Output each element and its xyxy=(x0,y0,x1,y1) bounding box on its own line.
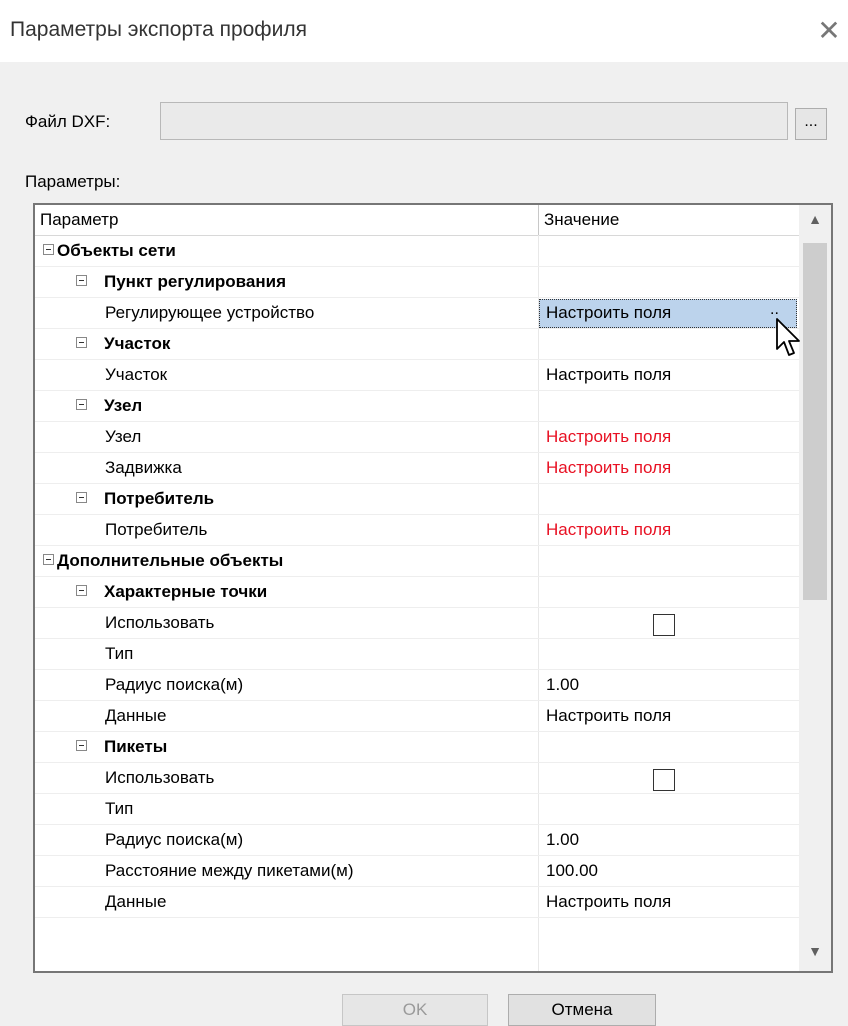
property-row[interactable]: Тип xyxy=(35,639,799,670)
row-label: Данные xyxy=(105,706,167,725)
row-label: Потребитель xyxy=(104,489,215,508)
row-label: Тип xyxy=(105,799,134,818)
browse-button[interactable]: ... xyxy=(795,108,827,140)
row-label: Узел xyxy=(105,427,142,446)
close-icon[interactable]: ✕ xyxy=(812,14,846,48)
params-label: Параметры: xyxy=(25,172,121,191)
row-label: Данные xyxy=(105,892,167,911)
group-row[interactable]: Узел xyxy=(35,391,799,422)
column-header-value[interactable]: Значение xyxy=(544,210,619,230)
collapse-toggle-icon[interactable] xyxy=(43,554,54,565)
row-value[interactable]: Настроить поля xyxy=(546,706,671,726)
checkbox[interactable] xyxy=(653,769,675,791)
collapse-toggle-icon[interactable] xyxy=(76,740,87,751)
property-row[interactable]: Использовать xyxy=(35,608,799,639)
collapse-toggle-icon[interactable] xyxy=(76,492,87,503)
row-value[interactable]: 1.00 xyxy=(546,830,579,850)
row-label: Использовать xyxy=(105,768,215,787)
row-label: Радиус поиска(м) xyxy=(105,830,244,849)
property-row[interactable]: Узел Настроить поля xyxy=(35,422,799,453)
group-row[interactable]: Характерные точки xyxy=(35,577,799,608)
property-row[interactable]: Тип xyxy=(35,794,799,825)
scroll-up-icon[interactable]: ▲ xyxy=(799,211,831,235)
vertical-scrollbar[interactable]: ▲ ▼ xyxy=(799,205,831,971)
row-label: Пикеты xyxy=(104,737,168,756)
group-row[interactable]: Пункт регулирования xyxy=(35,267,799,298)
cancel-button[interactable]: Отмена xyxy=(508,994,656,1026)
row-label: Дополнительные объекты xyxy=(57,551,284,570)
group-row[interactable]: Дополнительные объекты xyxy=(35,546,799,577)
title-bar: Параметры экспорта профиля ✕ xyxy=(0,0,848,62)
collapse-toggle-icon[interactable] xyxy=(76,275,87,286)
row-label: Потребитель xyxy=(105,520,208,539)
collapse-toggle-icon[interactable] xyxy=(76,585,87,596)
dxf-file-field[interactable] xyxy=(160,102,788,140)
row-value[interactable]: Настроить поля xyxy=(546,303,671,323)
property-row[interactable]: Расстояние между пикетами(м) 100.00 xyxy=(35,856,799,887)
row-label: Участок xyxy=(104,334,171,353)
group-row[interactable]: Участок xyxy=(35,329,799,360)
row-value[interactable]: Настроить поля xyxy=(546,458,671,478)
property-row[interactable]: Радиус поиска(м) 1.00 xyxy=(35,825,799,856)
column-header-parameter[interactable]: Параметр xyxy=(40,210,118,230)
property-row[interactable]: Данные Настроить поля xyxy=(35,701,799,732)
group-row[interactable]: Потребитель xyxy=(35,484,799,515)
row-label: Использовать xyxy=(105,613,215,632)
collapse-toggle-icon[interactable] xyxy=(43,244,54,255)
scroll-thumb[interactable] xyxy=(803,243,827,600)
row-value[interactable]: Настроить поля xyxy=(546,427,671,447)
group-row[interactable]: Пикеты xyxy=(35,732,799,763)
column-separator[interactable] xyxy=(538,205,539,235)
row-label: Участок xyxy=(105,365,168,384)
row-label: Радиус поиска(м) xyxy=(105,675,244,694)
collapse-toggle-icon[interactable] xyxy=(76,399,87,410)
property-row[interactable]: Радиус поиска(м) 1.00 xyxy=(35,670,799,701)
property-row[interactable]: Регулирующее устройство.. Настроить поля xyxy=(35,298,799,329)
grid-header: Параметр Значение xyxy=(35,205,799,236)
row-label: Объекты сети xyxy=(57,241,176,260)
row-label: Узел xyxy=(104,396,143,415)
ok-button[interactable]: OK xyxy=(342,994,488,1026)
row-label: Задвижка xyxy=(105,458,182,477)
property-row[interactable]: Использовать xyxy=(35,763,799,794)
row-label: Пункт регулирования xyxy=(104,272,286,291)
mouse-cursor-icon xyxy=(776,318,800,356)
group-row[interactable]: Объекты сети xyxy=(35,236,799,267)
row-value[interactable]: 1.00 xyxy=(546,675,579,695)
row-value[interactable]: Настроить поля xyxy=(546,892,671,912)
file-label: Файл DXF: xyxy=(25,112,111,131)
property-row[interactable]: Данные Настроить поля xyxy=(35,887,799,918)
property-row[interactable]: Участок Настроить поля xyxy=(35,360,799,391)
row-label: Регулирующее устройство xyxy=(105,303,315,322)
collapse-toggle-icon[interactable] xyxy=(76,337,87,348)
row-label: Тип xyxy=(105,644,134,663)
row-value[interactable]: 100.00 xyxy=(546,861,598,881)
property-grid[interactable]: Параметр Значение Объекты сети Пункт регу… xyxy=(33,203,833,973)
checkbox[interactable] xyxy=(653,614,675,636)
row-value[interactable]: Настроить поля xyxy=(546,520,671,540)
row-label: Характерные точки xyxy=(104,582,268,601)
window-title: Параметры экспорта профиля xyxy=(10,18,307,41)
row-label: Расстояние между пикетами(м) xyxy=(105,861,354,880)
row-value[interactable]: Настроить поля xyxy=(546,365,671,385)
property-row[interactable]: Потребитель Настроить поля xyxy=(35,515,799,546)
property-row[interactable]: Задвижка Настроить поля xyxy=(35,453,799,484)
scroll-down-icon[interactable]: ▼ xyxy=(799,943,831,967)
